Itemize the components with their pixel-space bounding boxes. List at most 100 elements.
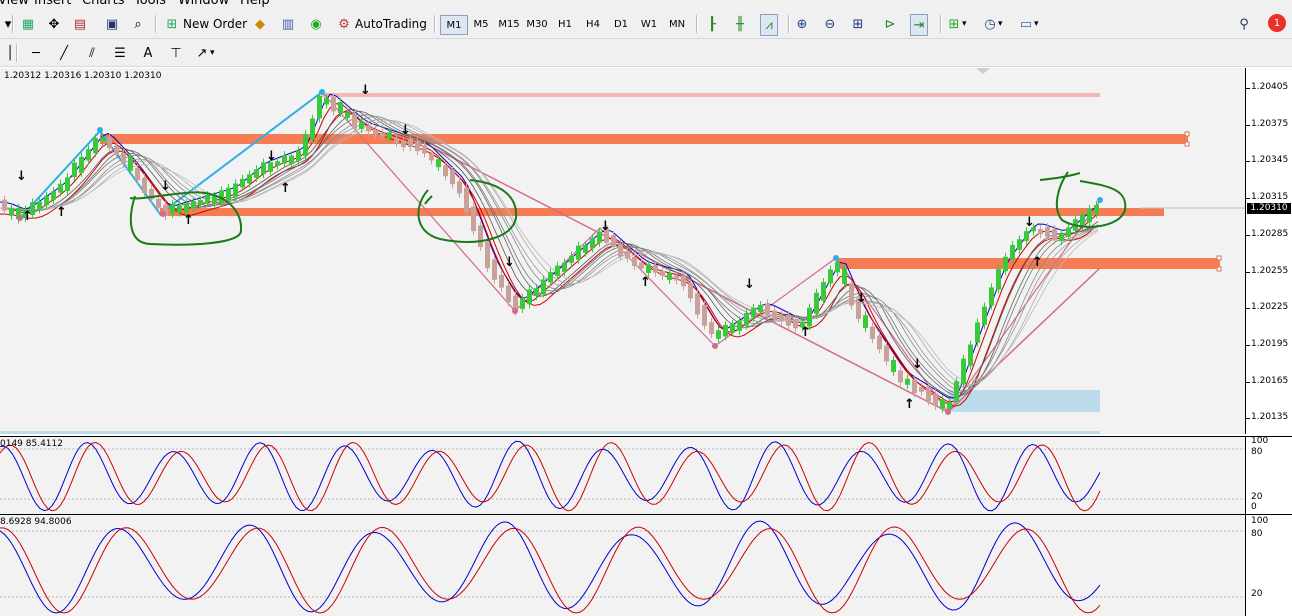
market-watch-button[interactable]: ▤ <box>72 14 88 34</box>
menu-view[interactable]: View <box>0 0 29 8</box>
autoscroll-button[interactable]: ⇥ <box>910 14 928 36</box>
menu-charts[interactable]: Charts <box>82 0 125 8</box>
timeframe-m15[interactable]: M15 <box>496 15 522 33</box>
trendline-button[interactable]: ╱ <box>56 43 72 63</box>
candle <box>331 97 336 112</box>
price-tick-label: 1.20255 <box>1251 265 1289 276</box>
candle <box>793 319 798 329</box>
zone-handle[interactable] <box>1184 131 1190 137</box>
indicators-icon: ⊞ <box>948 16 960 32</box>
autoscroll-icon: ⇥ <box>913 17 925 33</box>
text-button[interactable]: A <box>140 43 156 63</box>
candle <box>807 307 812 327</box>
menu-bar: View Insert Charts Tools Window Help <box>0 0 1292 10</box>
autotrading-button[interactable]: ⚙ AutoTrading <box>336 14 427 34</box>
price-scale[interactable]: 1.20405 1.20375 1.20345 1.20315 1.20285 1.202… <box>1245 68 1292 434</box>
candle <box>114 145 119 156</box>
strategy-tester-button[interactable]: ▥ <box>280 14 296 34</box>
price-tick-mark <box>1246 88 1250 89</box>
timeframe-d1[interactable]: D1 <box>608 15 634 33</box>
stochastic-pane-2[interactable]: 8.6928 94.8006 <box>0 514 1245 616</box>
candle <box>205 195 210 203</box>
menu-tools[interactable]: Tools <box>134 0 166 8</box>
zoom-out-button[interactable]: ⊖ <box>822 14 838 34</box>
demand-zone[interactable] <box>948 390 1100 412</box>
metaeditor-button[interactable]: ◆ <box>252 14 268 34</box>
arrows-button[interactable]: ↗ ▾ <box>194 43 215 63</box>
equidistant-channel-button[interactable]: ⫽ <box>84 43 100 63</box>
candle <box>702 304 707 326</box>
candle <box>65 177 70 192</box>
candle <box>548 272 553 283</box>
candle <box>534 288 539 296</box>
tile-windows-button[interactable]: ⊞ <box>850 14 866 34</box>
market-watch-icon: ▤ <box>73 16 87 32</box>
candle <box>667 273 672 280</box>
candle <box>86 149 91 161</box>
chart-shift-button[interactable]: ⊳ <box>882 14 898 34</box>
signals-button[interactable]: ◉ <box>308 14 324 34</box>
new-chart-button[interactable]: ▦ <box>20 14 36 34</box>
timeframe-w1[interactable]: W1 <box>636 15 662 33</box>
zone-handle[interactable] <box>1216 266 1222 272</box>
line-studies-toolbar: │ ─ ╱ ⫽ ☰ A ⊤ ↗ ▾ <box>0 39 1292 67</box>
zone-handle[interactable] <box>1184 141 1190 147</box>
stochastic-pane-1[interactable]: 0149 85.4112 <box>0 436 1245 514</box>
timeframe-mn[interactable]: MN <box>664 15 690 33</box>
down-arrow-icon: ↓ <box>744 277 755 292</box>
candle <box>1003 256 1008 272</box>
level-100: 100 <box>1251 516 1269 526</box>
price-pane[interactable]: ↓ ↑ ↑ ↓ ↑ ↓ ↑ ↓ ↓ ↓ ↓ ↑ ↓ ↑ ↓ ↑ ↓ ↓ ↑ 1.… <box>0 68 1245 434</box>
fibonacci-icon: ☰ <box>114 45 126 61</box>
moving-average-line <box>0 110 1099 397</box>
candle <box>499 274 504 288</box>
zoom-in-button[interactable]: ⊕ <box>794 14 810 34</box>
moving-average-line <box>0 122 1099 381</box>
support-zone-current[interactable] <box>160 208 1164 216</box>
new-order-button[interactable]: ⊞ New Order <box>164 14 248 34</box>
candle <box>1038 229 1043 235</box>
timeframe-m30[interactable]: M30 <box>524 15 550 33</box>
candle <box>842 268 847 284</box>
notification-badge[interactable]: 1 <box>1268 14 1286 32</box>
menu-help[interactable]: Help <box>240 0 270 8</box>
timeframe-h4[interactable]: H4 <box>580 15 606 33</box>
text-label-button[interactable]: ⊤ <box>168 43 184 63</box>
menu-window[interactable]: Window <box>178 0 229 8</box>
candlestick-button[interactable]: ╫ <box>732 14 748 34</box>
timeframe-m1[interactable]: M1 <box>440 15 468 35</box>
timeframe-h1[interactable]: H1 <box>552 15 578 33</box>
down-arrow-icon: ↓ <box>400 123 411 138</box>
search-button[interactable]: ⚲ <box>1236 14 1252 34</box>
navigator-button[interactable]: ▣ <box>104 14 120 34</box>
bar-chart-button[interactable]: ┠ <box>704 14 720 34</box>
support-zone-lower[interactable] <box>836 258 1220 269</box>
candle <box>877 335 882 350</box>
toolbar-separator <box>16 44 18 62</box>
candle <box>583 245 588 253</box>
candle <box>765 303 770 316</box>
horizontal-line-button[interactable]: ─ <box>28 43 44 63</box>
stochastic-1-scale: 100 80 20 0 <box>1245 436 1292 514</box>
moving-average-line <box>0 118 1099 388</box>
crosshair-button[interactable]: ✥ <box>46 14 62 34</box>
templates-button[interactable]: ▭ ▾ <box>1018 14 1039 34</box>
candle <box>261 162 266 175</box>
zoom-button[interactable]: ⌕ <box>130 14 146 34</box>
level-80: 80 <box>1251 447 1263 457</box>
candle <box>492 259 497 280</box>
resistance-zone-top[interactable] <box>322 93 1100 97</box>
menu-insert[interactable]: Insert <box>34 0 71 8</box>
periods-button[interactable]: ◷ ▾ <box>982 14 1002 34</box>
candle <box>51 191 56 200</box>
down-arrow-icon: ↓ <box>856 291 867 306</box>
timeframe-m5[interactable]: M5 <box>468 15 494 33</box>
line-chart-button[interactable]: ⩘ <box>760 14 778 36</box>
price-tick-mark <box>1246 344 1250 346</box>
stochastic-2-svg <box>0 520 1245 614</box>
fibonacci-button[interactable]: ☰ <box>112 43 128 63</box>
indicators-button[interactable]: ⊞ ▾ <box>946 14 967 34</box>
price-tick-label: 1.20375 <box>1251 118 1289 129</box>
zone-handle[interactable] <box>1216 255 1222 261</box>
candle <box>632 256 637 267</box>
